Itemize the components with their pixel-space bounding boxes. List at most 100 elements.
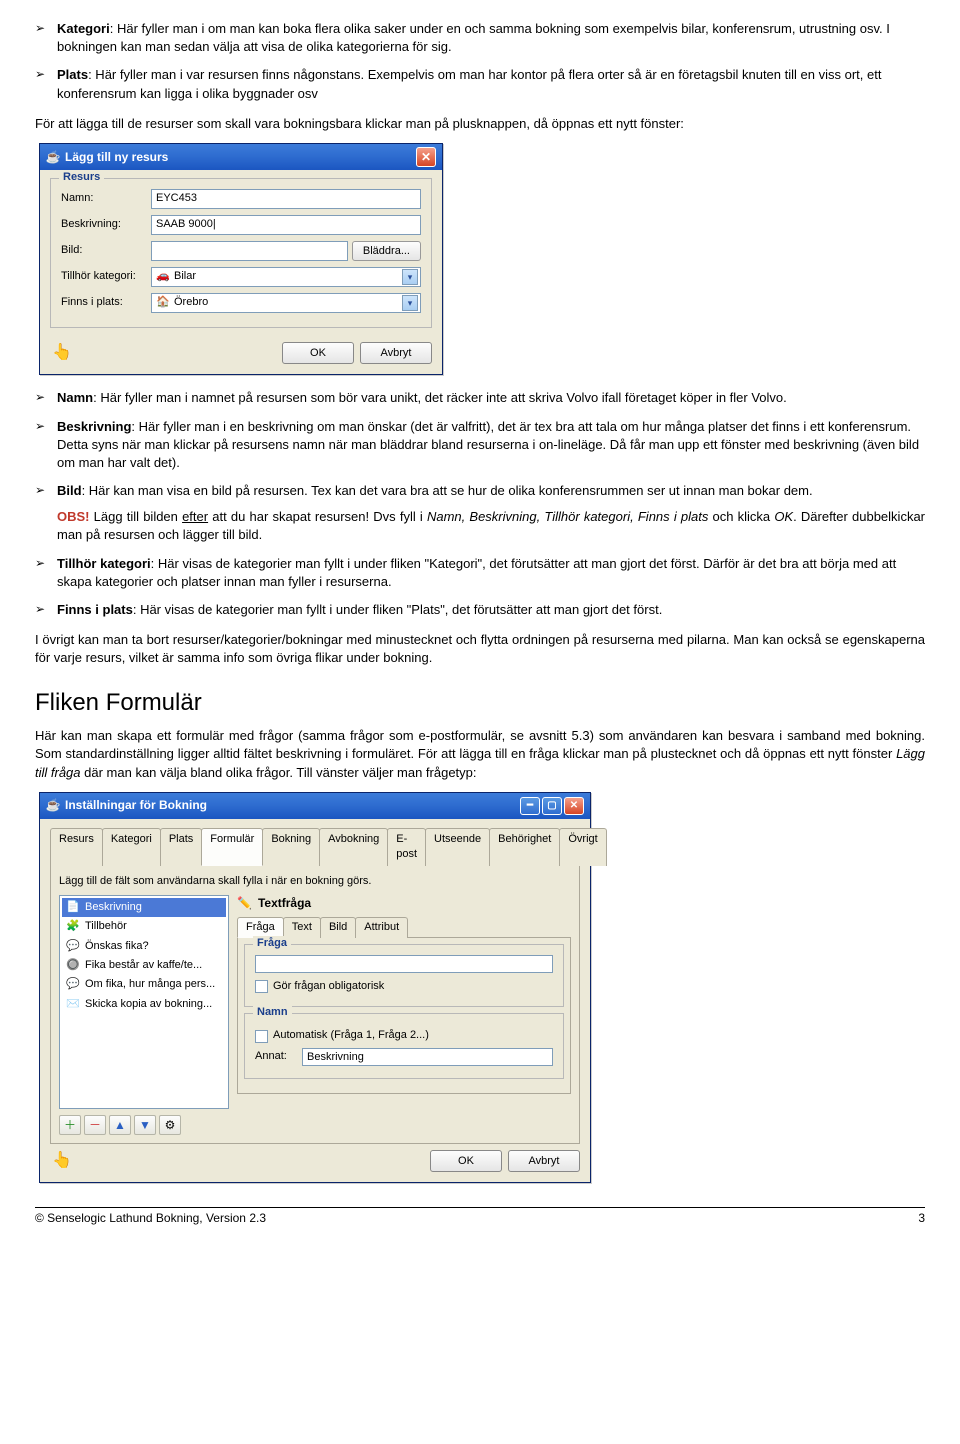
bullet-kategori: Kategori: Här fyller man i om man kan bo… — [35, 20, 925, 56]
remove-button[interactable]: － — [84, 1115, 106, 1135]
category-label: Tillhör kategori: — [61, 269, 151, 284]
row-image: Bild: Bläddra... — [61, 241, 421, 261]
hint-text: Lägg till de fält som användarna skall f… — [59, 874, 571, 889]
properties-button[interactable]: ⚙ — [159, 1115, 181, 1135]
resource-groupbox: Resurs Namn: EYC453 Beskrivning: SAAB 90… — [50, 178, 432, 328]
bullet-label: Plats — [57, 67, 88, 82]
tab-resurs[interactable]: Resurs — [50, 828, 103, 866]
cancel-button[interactable]: Avbryt — [360, 342, 432, 364]
bullet-bild: Bild: Här kan man visa en bild på resurs… — [35, 482, 925, 545]
hand-icon: 👆 — [50, 1150, 72, 1172]
ok-button[interactable]: OK — [282, 342, 354, 364]
window-buttons: ━ ▢ ✕ — [520, 797, 584, 815]
settings-title: Inställningar för Bokning — [65, 797, 207, 814]
bullet-plats: Plats: Här fyller man i var resursen fin… — [35, 66, 925, 102]
bullet-list-mid: Namn: Här fyller man i namnet på resurse… — [35, 389, 925, 619]
list-item[interactable]: 🧩Tillbehör — [62, 917, 226, 936]
mail-icon: ✉️ — [66, 997, 80, 1012]
java-icon: ☕ — [46, 799, 60, 813]
category-combo[interactable]: 🚗 Bilar ▾ — [151, 267, 421, 287]
tab-behorighet[interactable]: Behörighet — [489, 828, 560, 866]
dialog-title: Lägg till ny resurs — [65, 149, 168, 166]
settings-body: Resurs Kategori Plats Formulär Bokning A… — [40, 819, 590, 1183]
obs-paragraph: OBS! Lägg till bilden efter att du har s… — [57, 508, 925, 544]
question-input[interactable] — [255, 955, 553, 973]
chevron-down-icon[interactable]: ▾ — [402, 295, 418, 311]
group-namn: Namn Automatisk (Fråga 1, Fråga 2...) An… — [244, 1013, 564, 1078]
annat-input[interactable]: Beskrivning — [302, 1048, 553, 1066]
tab-epost[interactable]: E-post — [387, 828, 426, 866]
name-label: Namn: — [61, 191, 151, 206]
tab-plats[interactable]: Plats — [160, 828, 202, 866]
desc-input[interactable]: SAAB 9000| — [151, 215, 421, 235]
bullet-beskrivning: Beskrivning: Här fyller man i en beskriv… — [35, 418, 925, 473]
tab-utseende[interactable]: Utseende — [425, 828, 490, 866]
pencil-icon: ✏️ — [237, 895, 252, 912]
row-desc: Beskrivning: SAAB 9000| — [61, 215, 421, 235]
move-down-button[interactable]: ▼ — [134, 1115, 156, 1135]
field-list[interactable]: 📄Beskrivning 🧩Tillbehör 💬Önskas fika? 🔘F… — [59, 895, 229, 1109]
obs-label: OBS! — [57, 509, 90, 524]
tab-avbokning[interactable]: Avbokning — [319, 828, 388, 866]
inner-content: Fråga Gör frågan obligatorisk Namn — [237, 938, 571, 1094]
list-toolbar: ＋ － ▲ ▼ ⚙ — [59, 1109, 571, 1135]
list-item[interactable]: 🔘Fika består av kaffe/te... — [62, 956, 226, 975]
maximize-icon[interactable]: ▢ — [542, 797, 562, 815]
move-up-button[interactable]: ▲ — [109, 1115, 131, 1135]
intro-paragraph: För att lägga till de resurser som skall… — [35, 115, 925, 133]
list-item[interactable]: 💬Om fika, hur många pers... — [62, 975, 226, 994]
chevron-down-icon[interactable]: ▾ — [402, 269, 418, 285]
bullet-label: Bild — [57, 483, 82, 498]
list-item[interactable]: 💬Önskas fika? — [62, 937, 226, 956]
radio-icon: 🔘 — [66, 958, 80, 973]
mandatory-checkbox[interactable] — [255, 980, 268, 993]
bullet-text: : Här fyller man i namnet på resursen so… — [93, 390, 787, 405]
image-label: Bild: — [61, 243, 151, 258]
browse-button[interactable]: Bläddra... — [352, 241, 421, 261]
cancel-button[interactable]: Avbryt — [508, 1150, 580, 1172]
tab-formular[interactable]: Formulär — [201, 828, 263, 866]
dialog-titlebar[interactable]: ☕ Lägg till ny resurs ✕ — [40, 144, 442, 170]
right-pane: ✏️ Textfråga Fråga Text Bild Attribut Fr… — [237, 895, 571, 1109]
place-combo[interactable]: 🏠 Örebro ▾ — [151, 293, 421, 313]
bullet-text: : Här visas de kategorier man fyllt i un… — [133, 602, 662, 617]
section2-paragraph: Här kan man skapa ett formulär med frågo… — [35, 727, 925, 782]
page-footer: © Senselogic Lathund Bokning, Version 2.… — [35, 1207, 925, 1227]
place-value: Örebro — [174, 295, 208, 310]
add-button[interactable]: ＋ — [59, 1115, 81, 1135]
desc-label: Beskrivning: — [61, 217, 151, 232]
inner-tab-text[interactable]: Text — [283, 917, 321, 938]
category-value: Bilar — [174, 269, 196, 284]
mandatory-row: Gör frågan obligatorisk — [255, 979, 553, 994]
row-name: Namn: EYC453 — [61, 189, 421, 209]
close-icon[interactable]: ✕ — [564, 797, 584, 815]
annat-label: Annat: — [255, 1049, 297, 1064]
settings-titlebar[interactable]: ☕ Inställningar för Bokning ━ ▢ ✕ — [40, 793, 590, 819]
minimize-icon[interactable]: ━ — [520, 797, 540, 815]
pane-title: ✏️ Textfråga — [237, 895, 571, 912]
tab-kategori[interactable]: Kategori — [102, 828, 161, 866]
tab-ovrigt[interactable]: Övrigt — [559, 828, 606, 866]
image-input[interactable] — [151, 241, 348, 261]
footer-left: © Senselogic Lathund Bokning, Version 2.… — [35, 1210, 266, 1227]
doc-icon: 📄 — [66, 900, 80, 915]
group-legend: Fråga — [253, 936, 291, 951]
dialog-buttons: 👆 OK Avbryt — [50, 336, 432, 366]
auto-checkbox[interactable] — [255, 1030, 268, 1043]
ok-button[interactable]: OK — [430, 1150, 502, 1172]
annat-row: Annat: Beskrivning — [255, 1048, 553, 1066]
two-column-layout: 📄Beskrivning 🧩Tillbehör 💬Önskas fika? 🔘F… — [59, 895, 571, 1109]
tab-bokning[interactable]: Bokning — [262, 828, 320, 866]
inner-tab-fraga[interactable]: Fråga — [237, 917, 284, 938]
java-icon: ☕ — [46, 150, 60, 164]
section-title-formular: Fliken Formulär — [35, 686, 925, 720]
group-legend: Namn — [253, 1005, 292, 1020]
name-input[interactable]: EYC453 — [151, 189, 421, 209]
bullet-list-top: Kategori: Här fyller man i om man kan bo… — [35, 20, 925, 103]
inner-tab-bild[interactable]: Bild — [320, 917, 356, 938]
list-item[interactable]: 📄Beskrivning — [62, 898, 226, 917]
list-item[interactable]: ✉️Skicka kopia av bokning... — [62, 995, 226, 1014]
inner-tab-attribut[interactable]: Attribut — [355, 917, 408, 938]
main-tabbar: Resurs Kategori Plats Formulär Bokning A… — [50, 827, 580, 866]
close-icon[interactable]: ✕ — [416, 147, 436, 167]
